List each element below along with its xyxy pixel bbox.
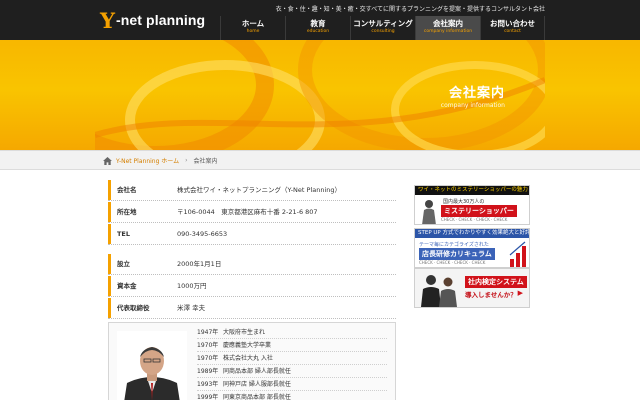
history-row: 1993年 同神戸店 婦人服部長就任 <box>197 378 387 391</box>
info-label: 設立 <box>108 254 164 274</box>
history-event: 同東京商品本部 部長就任 <box>223 394 291 400</box>
manager-training-banner[interactable]: STEP UP 方式でわかりやすく効果絶大と好評！ テーマ毎にカテゴライズされた… <box>414 228 530 268</box>
info-row-established: 設立 2000年1月1日 <box>108 254 396 275</box>
info-row-capital: 資本金 1000万円 <box>108 276 396 297</box>
nav-consulting-label: コンサルティング <box>353 19 413 28</box>
history-event: 同神戸店 婦人服部長就任 <box>223 381 291 388</box>
history-year: 1970年 <box>197 355 219 362</box>
banner-caption: テーマ毎にカテゴライズされた <box>419 242 489 248</box>
nav-contact-label: お問い合わせ <box>490 19 535 28</box>
info-value: 株式会社ワイ・ネットプランニング（Y-Net Planning） <box>177 186 342 194</box>
banner-title: 店長研修カリキュラム <box>419 248 495 260</box>
banner-check-row: CHECK · CHECK · CHECK · CHECK <box>441 217 508 222</box>
nav-home-sublabel: home <box>246 29 260 34</box>
nav-education[interactable]: 教育 education <box>285 16 350 40</box>
info-value: 米澤 幸夫 <box>177 304 206 312</box>
shopper-figure-icon <box>422 200 436 224</box>
banner-check-row: CHECK · CHECK · CHECK · CHECK <box>419 260 486 265</box>
nav-company-label: 会社案内 <box>433 19 463 28</box>
breadcrumb-current: 会社案内 <box>193 158 218 165</box>
mystery-shopper-banner[interactable]: ワイ・ネットのミステリーショッパーの魅力 国内最大30万人の ミステリーショッパ… <box>414 185 530 225</box>
banner-title: 社内検定システム <box>465 276 527 288</box>
portrait-image <box>117 331 187 400</box>
page-subtitle: company information <box>440 102 505 109</box>
info-label: 所在地 <box>108 202 164 222</box>
representative-photo <box>117 331 187 400</box>
history-year: 1993年 <box>197 381 219 388</box>
history-row: 1970年 株式会社大丸 入社 <box>197 352 387 365</box>
nav-home-label: ホーム <box>241 19 265 28</box>
info-label: TEL <box>108 224 164 244</box>
nav-education-label: 教育 <box>310 19 326 28</box>
nav-consulting[interactable]: コンサルティング consulting <box>350 16 415 40</box>
info-value: 2000年1月1日 <box>177 260 222 268</box>
nav-consulting-sublabel: consulting <box>371 29 395 34</box>
nav-company[interactable]: 会社案内 company information <box>415 16 480 40</box>
banner-caption: 導入しませんか？ <box>465 291 517 299</box>
nav-company-sublabel: company information <box>423 29 473 34</box>
history-year: 1947年 <box>197 329 219 336</box>
site-logo[interactable]: Y -net planning <box>100 8 205 32</box>
certification-system-banner[interactable]: 社内検定システム 導入しませんか？ ▶ <box>414 268 530 308</box>
banner-caption: 国内最大30万人の <box>443 199 485 205</box>
banner-headline: STEP UP 方式でわかりやすく効果絶大と好評！ <box>415 229 529 238</box>
representative-profile: 1947年 大阪府市生まれ 1970年 慶應義塾大学卒業 1970年 株式会社大… <box>108 322 396 400</box>
breadcrumb-bar: Y-Net Planning ホーム › 会社案内 <box>0 150 640 170</box>
info-label: 代表取締役 <box>108 298 164 318</box>
nav-education-sublabel: education <box>306 29 330 34</box>
history-row: 1999年 同東京商品本部 部長就任 <box>197 391 387 400</box>
info-row-company-name: 会社名 株式会社ワイ・ネットプランニング（Y-Net Planning） <box>108 180 396 201</box>
hero-artwork: 会社案内 company information <box>95 40 545 150</box>
arrow-right-icon: ▶ <box>517 289 523 297</box>
history-row: 1989年 同商品本部 婦人部長就任 <box>197 365 387 378</box>
logo-mark: Y <box>100 7 115 33</box>
business-people-icon <box>421 275 457 307</box>
logo-text: -net planning <box>116 12 206 28</box>
info-row-tel: TEL 090-3495-6653 <box>108 224 396 245</box>
history-event: 大阪府市生まれ <box>223 329 266 336</box>
banner-headline: ワイ・ネットのミステリーショッパーの魅力 <box>415 186 529 195</box>
home-icon <box>103 156 112 165</box>
history-row: 1970年 慶應義塾大学卒業 <box>197 339 387 352</box>
banner-title: ミステリーショッパー <box>441 205 517 217</box>
page-title: 会社案内 <box>448 86 505 101</box>
info-value: 〒106-0044 東京都港区麻布十番 2-21-6 807 <box>177 208 318 216</box>
site-tagline: 衣・食・住・趣・知・美・癒・交すべてに関するプランニングを提案・提供するコンサル… <box>275 6 545 13</box>
career-history: 1947年 大阪府市生まれ 1970年 慶應義塾大学卒業 1970年 株式会社大… <box>197 326 387 400</box>
history-event: 慶應義塾大学卒業 <box>223 342 272 349</box>
nav-contact-sublabel: contact <box>504 29 521 34</box>
history-year: 1970年 <box>197 342 219 349</box>
breadcrumb-home-link[interactable]: Y-Net Planning ホーム <box>116 156 179 165</box>
info-row-address: 所在地 〒106-0044 東京都港区麻布十番 2-21-6 807 <box>108 202 396 223</box>
history-year: 1999年 <box>197 394 219 400</box>
info-value: 1000万円 <box>177 282 207 290</box>
history-year: 1989年 <box>197 368 219 375</box>
growth-chart-icon <box>509 241 526 267</box>
info-label: 資本金 <box>108 276 164 296</box>
nav-contact[interactable]: お問い合わせ contact <box>480 16 545 40</box>
breadcrumb: Y-Net Planning ホーム › 会社案内 <box>103 156 218 165</box>
hero-title-block: 会社案内 company information <box>441 82 505 109</box>
info-value: 090-3495-6653 <box>177 230 228 238</box>
info-label: 会社名 <box>108 180 164 200</box>
page-hero: 会社案内 company information <box>0 40 640 150</box>
history-event: 同商品本部 婦人部長就任 <box>223 368 291 375</box>
main-nav: ホーム home 教育 education コンサルティング consultin… <box>220 16 545 40</box>
site-header: Y -net planning 衣・食・住・趣・知・美・癒・交すべてに関するプラ… <box>0 0 640 40</box>
nav-home[interactable]: ホーム home <box>220 16 285 40</box>
info-row-representative: 代表取締役 米澤 幸夫 <box>108 298 396 319</box>
history-row: 1947年 大阪府市生まれ <box>197 326 387 339</box>
breadcrumb-separator: › <box>185 157 188 164</box>
history-event: 株式会社大丸 入社 <box>223 355 273 362</box>
